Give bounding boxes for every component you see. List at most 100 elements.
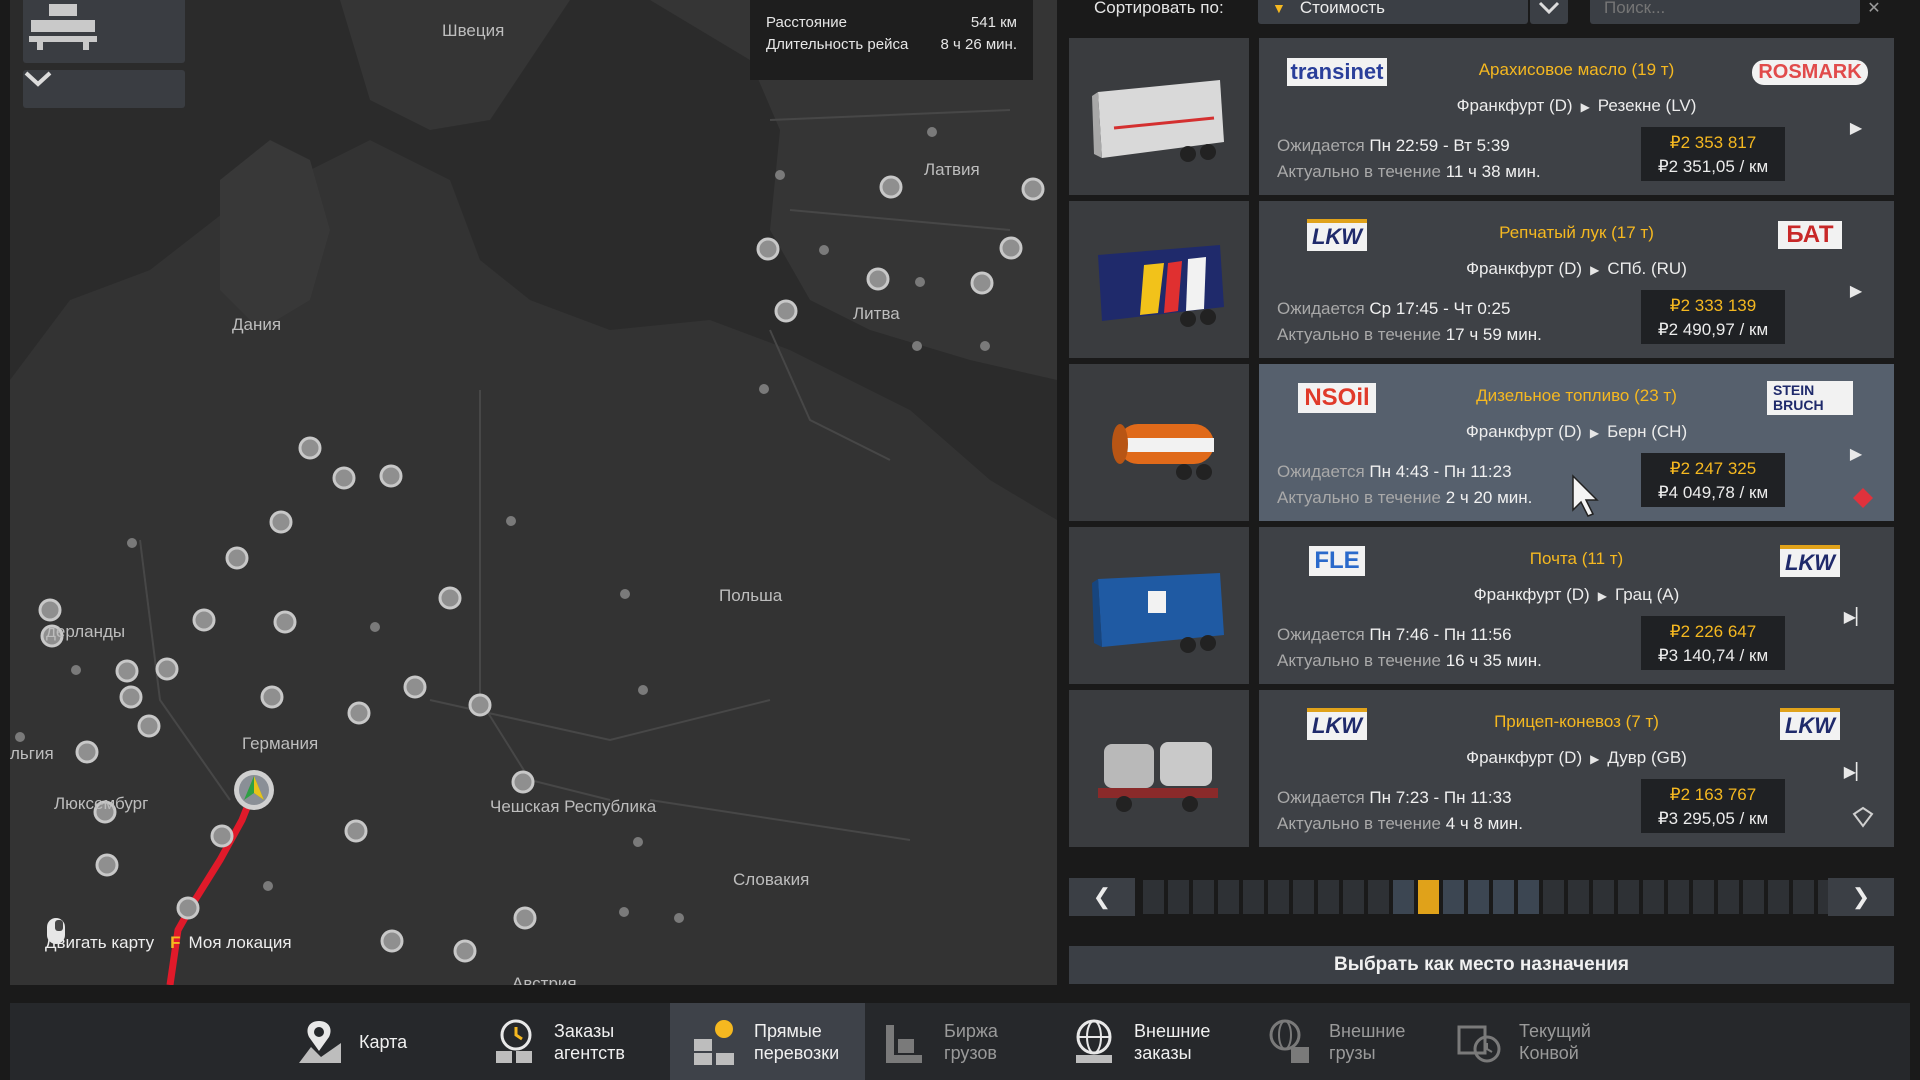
arrow-right-icon: ▶ (1590, 752, 1600, 766)
price-box: ₽2 247 325 ₽4 049,78 / км (1641, 453, 1785, 507)
route-to: СПб. (RU) (1607, 259, 1687, 278)
chevron-right-icon[interactable]: ▶ (1846, 444, 1866, 464)
page-indicator[interactable] (1318, 880, 1339, 914)
page-indicator[interactable] (1643, 880, 1664, 914)
expected-time: Ожидается Пн 4:43 - Пн 11:23 (1277, 462, 1512, 481)
page-indicator[interactable] (1568, 880, 1589, 914)
country-label-sweden: Швеция (442, 21, 505, 40)
page-indicator[interactable] (1268, 880, 1289, 914)
page-indicator[interactable] (1218, 880, 1239, 914)
page-indicator[interactable] (1368, 880, 1389, 914)
page-indicator[interactable] (1668, 880, 1689, 914)
route-from: Франкфурт (D) (1473, 585, 1590, 604)
page-indicator[interactable] (1618, 880, 1639, 914)
country-label-belgium: льгия (10, 744, 54, 763)
chevron-right-icon[interactable]: ▶ (1846, 281, 1866, 301)
tab-current-convoy[interactable]: Текущий Конвой (1455, 1003, 1635, 1080)
country-label-latvia: Латвия (924, 160, 980, 179)
price-box: ₽2 226 647 ₽3 140,74 / км (1641, 616, 1785, 670)
page-indicator[interactable] (1193, 880, 1214, 914)
page-indicator[interactable] (1543, 880, 1564, 914)
company-logo-lkw: LKW (1754, 706, 1866, 742)
freight-market-icon (880, 1017, 930, 1067)
double-chevron-right-icon[interactable]: ▶▏ (1844, 607, 1869, 627)
page-indicator[interactable] (1743, 880, 1764, 914)
country-label-lithuania: Литва (853, 304, 900, 323)
page-indicator[interactable] (1243, 880, 1264, 914)
tab-direct-label: Прямые (754, 1020, 822, 1041)
page-indicator[interactable] (1793, 880, 1814, 914)
trailer-image (1069, 690, 1249, 847)
job-item-selected[interactable]: NSOil Дизельное топливо (23 т) STEIN BRU… (1069, 364, 1894, 521)
route-to: Дувр (GB) (1607, 748, 1687, 767)
price-per-km: ₽3 295,05 / км (1657, 809, 1769, 828)
page-indicator[interactable] (1518, 880, 1539, 914)
tab-agency-label: Заказы (554, 1020, 615, 1041)
arrow-right-icon: ▶ (1590, 263, 1600, 277)
map-view-button[interactable] (23, 0, 185, 63)
country-label-poland: Польша (719, 586, 783, 605)
page-indicator[interactable] (1718, 880, 1739, 914)
trailer-image (1069, 201, 1249, 358)
double-chevron-right-icon[interactable]: ▶▏ (1844, 762, 1869, 782)
page-indicator[interactable] (1468, 880, 1489, 914)
page-indicator[interactable] (1593, 880, 1614, 914)
tab-direct-label-2: перевозки (754, 1042, 840, 1063)
sort-select[interactable]: ▼ Стоимость (1258, 0, 1528, 24)
job-item[interactable]: LKW Прицеп-коневоз (7 т) LKW Франкфурт (… (1069, 690, 1894, 847)
page-indicator[interactable] (1493, 880, 1514, 914)
map-expand-button[interactable] (23, 70, 185, 108)
job-card[interactable]: NSOil Дизельное топливо (23 т) STEIN BRU… (1259, 364, 1894, 521)
sort-dropdown-button[interactable] (1530, 0, 1568, 24)
country-label-denmark: Дания (232, 315, 282, 334)
cargo-name: Дизельное топливо (23 т) (1476, 386, 1677, 405)
next-page-button[interactable]: ❯ (1828, 878, 1894, 916)
tab-freight-market[interactable]: Биржа грузов (880, 1003, 1050, 1080)
job-card[interactable]: LKW Репчатый лук (17 т) БАТ Франкфурт (D… (1259, 201, 1894, 358)
tab-external-cargo[interactable]: Внешние грузы (1265, 1003, 1435, 1080)
job-item[interactable]: transinet Арахисовое масло (19 т) ROSMAR… (1069, 38, 1894, 195)
hint-my-location[interactable]: F Моя локация (170, 933, 291, 953)
route: Франкфурт (D) ▶ Берн (CH) (1259, 422, 1894, 442)
page-indicator[interactable] (1293, 880, 1314, 914)
page-indicator[interactable] (1443, 880, 1464, 914)
chevron-right-icon[interactable]: ▶ (1846, 118, 1866, 138)
duration-label: Длительность рейса (766, 36, 909, 53)
route-from: Франкфурт (D) (1466, 259, 1583, 278)
page-indicator[interactable] (1768, 880, 1789, 914)
tab-external-contracts[interactable]: Внешние заказы (1070, 1003, 1250, 1080)
select-destination-button[interactable]: Выбрать как место назначения (1069, 946, 1894, 984)
tab-external-label: Внешние (1134, 1020, 1211, 1041)
clear-search-icon[interactable]: ✕ (1864, 0, 1884, 18)
world-map[interactable]: Швеция Латвия Литва Дания дерланды Герма… (10, 0, 1057, 985)
company-logo-steinbruch: STEIN BRUCH (1754, 380, 1866, 416)
tab-direct-jobs[interactable]: Прямые перевозки (670, 1003, 865, 1080)
page-indicator[interactable] (1143, 880, 1164, 914)
valid-time: Актуально в течение 11 ч 38 мин. (1277, 162, 1541, 181)
sort-direction-icon: ▼ (1272, 0, 1286, 16)
tab-agency-jobs[interactable]: Заказы агентств (490, 1003, 660, 1080)
page-indicator[interactable] (1393, 880, 1414, 914)
search-input[interactable] (1590, 0, 1860, 24)
bottom-tab-bar: Карта Заказы агентств Прямые перевозки Бир… (10, 1003, 1910, 1080)
route-to: Резекне (LV) (1597, 96, 1697, 115)
country-label-czech: Чешская Республика (490, 797, 657, 816)
tab-map[interactable]: Карта (295, 1003, 450, 1080)
page-indicator[interactable] (1168, 880, 1189, 914)
job-item[interactable]: FLE Почта (11 т) LKW Франкфурт (D) ▶ Грац … (1069, 527, 1894, 684)
page-indicator-active[interactable] (1418, 880, 1439, 914)
pager: ❮ ❯ (1069, 878, 1894, 916)
prev-page-button[interactable]: ❮ (1069, 878, 1135, 916)
page-indicator[interactable] (1343, 880, 1364, 914)
job-item[interactable]: LKW Репчатый лук (17 т) БАТ Франкфурт (D… (1069, 201, 1894, 358)
price-total: ₽2 353 817 (1669, 133, 1757, 152)
distance-label: Расстояние (766, 14, 848, 31)
key-f-label: F (170, 933, 181, 952)
job-card[interactable]: transinet Арахисовое масло (19 т) ROSMAR… (1259, 38, 1894, 195)
job-card[interactable]: FLE Почта (11 т) LKW Франкфурт (D) ▶ Грац … (1259, 527, 1894, 684)
page-indicator[interactable] (1693, 880, 1714, 914)
my-location-label: Моя локация (188, 933, 292, 952)
job-card[interactable]: LKW Прицеп-коневоз (7 т) LKW Франкфурт (… (1259, 690, 1894, 847)
route: Франкфурт (D) ▶ Грац (A) (1259, 585, 1894, 605)
country-label-germany: Германия (242, 734, 319, 753)
